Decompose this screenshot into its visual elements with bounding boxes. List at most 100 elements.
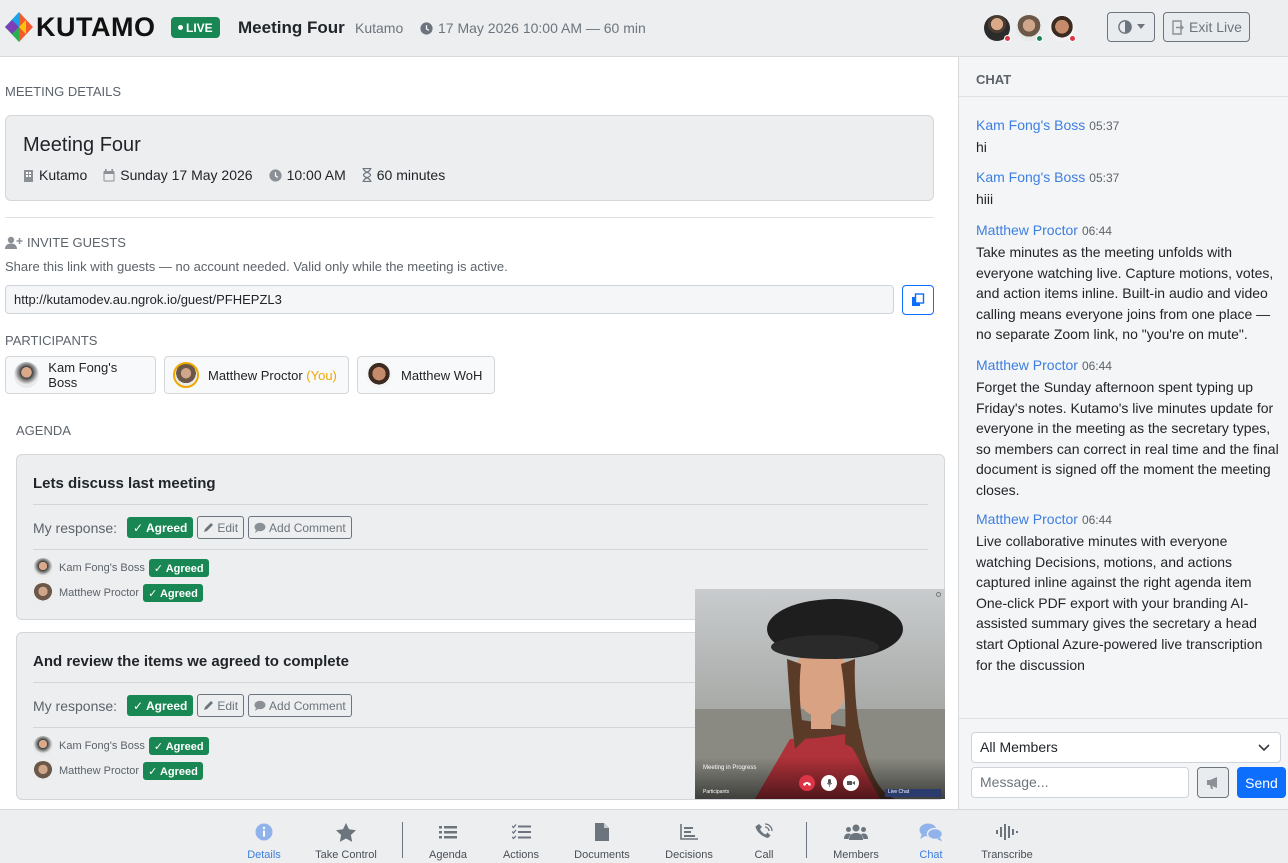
meta-duration: 60 minutes: [362, 167, 445, 183]
video-call-window[interactable]: Meeting in Progress Participants Live Ch…: [695, 589, 945, 799]
chat-author[interactable]: Kam Fong's Boss: [976, 169, 1085, 185]
invite-link-input[interactable]: http://kutamodev.au.ngrok.io/guest/PFHEP…: [5, 285, 894, 314]
participant-name: Matthew WoH: [401, 367, 483, 383]
chat-author[interactable]: Kam Fong's Boss: [976, 117, 1085, 133]
live-chat-tag[interactable]: Live Chat: [885, 789, 941, 797]
nav-details[interactable]: Details: [224, 810, 304, 863]
nav-documents[interactable]: Documents: [562, 810, 642, 863]
nav-agenda[interactable]: Agenda: [408, 810, 488, 863]
chevron-down-icon: [1258, 744, 1270, 752]
my-response-label: My response:: [33, 519, 118, 536]
meeting-datetime: 17 May 2026 10:00 AM — 60 min: [420, 20, 646, 36]
camera-button[interactable]: [843, 775, 859, 791]
nav-take-control[interactable]: Take Control: [306, 810, 386, 863]
participant-chip[interactable]: Matthew Proctor (You): [164, 356, 349, 394]
logo[interactable]: KUTAMO: [4, 11, 155, 43]
chat-message: Matthew Proctor 06:44 Forget the Sunday a…: [976, 357, 1281, 501]
chat-message: Matthew Proctor 06:44 Live collaborative …: [976, 511, 1281, 675]
copy-icon: [912, 293, 925, 306]
add-comment-button[interactable]: Add Comment: [248, 694, 352, 717]
participant-chip[interactable]: Matthew WoH: [357, 356, 495, 394]
hangup-button[interactable]: [799, 775, 815, 791]
exit-live-button[interactable]: Exit Live: [1163, 12, 1250, 42]
nav-transcribe[interactable]: Transcribe: [967, 810, 1047, 863]
pencil-icon: [204, 523, 214, 532]
camera-icon: [847, 781, 855, 785]
voter-name: Matthew Proctor: [59, 587, 140, 599]
agenda-item-title: Lets discuss last meeting: [33, 475, 216, 492]
copy-link-button[interactable]: [902, 285, 934, 315]
nav-actions[interactable]: Actions: [481, 810, 561, 863]
agenda-heading: AGENDA: [16, 423, 71, 438]
nav-label: Documents: [574, 849, 630, 861]
meeting-details-title: Meeting Four: [23, 134, 141, 156]
add-comment-button[interactable]: Add Comment: [248, 516, 352, 539]
chat-time: 06:44: [1081, 513, 1112, 527]
video-expand-icon[interactable]: [936, 592, 941, 597]
document-icon: [595, 823, 609, 841]
chat-author[interactable]: Matthew Proctor: [976, 511, 1078, 527]
chat-icon: [919, 823, 943, 842]
voter-name: Kam Fong's Boss: [59, 562, 145, 574]
edit-response-button[interactable]: Edit: [197, 694, 245, 717]
header-avatar-matthew[interactable]: [1016, 15, 1043, 42]
chat-heading: CHAT: [959, 57, 1288, 97]
nav-decisions[interactable]: Decisions: [649, 810, 729, 863]
nav-label: Decisions: [665, 849, 713, 861]
video-participants-label: Participants: [703, 789, 730, 795]
app-root: KUTAMO LIVE Meeting Four Kutamo 17 May 2…: [0, 0, 1288, 863]
chat-author[interactable]: Matthew Proctor: [976, 357, 1078, 373]
nav-chat[interactable]: Chat: [891, 810, 971, 863]
agreed-badge: ✓ Agreed: [127, 517, 194, 538]
meta-time: 10:00 AM: [268, 167, 346, 183]
live-badge: LIVE: [171, 17, 220, 38]
meeting-details-card: Meeting Four Kutamo Sunday 17 May 2026 1…: [5, 115, 934, 201]
nav-separator: [806, 822, 807, 858]
building-icon: [24, 169, 33, 182]
nav-members[interactable]: Members: [816, 810, 896, 863]
chat-panel: CHAT Kam Fong's Boss 05:37 hi Kam Fong's …: [958, 57, 1288, 809]
add-comment-label: Add Comment: [269, 698, 346, 713]
theme-toggle-button[interactable]: [1107, 12, 1155, 42]
send-button[interactable]: Send: [1237, 767, 1286, 798]
announce-button[interactable]: [1197, 767, 1229, 798]
message-input[interactable]: Message...: [971, 767, 1189, 798]
chat-message: Kam Fong's Boss 05:37 hiii: [976, 169, 1281, 210]
agreed-badge: ✓ Agreed: [127, 695, 194, 716]
you-tag: (You): [306, 367, 337, 383]
divider: [33, 504, 928, 505]
info-icon: [255, 823, 273, 841]
chat-time: 06:44: [1081, 224, 1112, 238]
voter-name: Kam Fong's Boss: [59, 740, 145, 752]
phone-icon: [755, 823, 773, 838]
avatar: [33, 761, 53, 781]
meeting-datetime-label: 17 May 2026 10:00 AM — 60 min: [438, 20, 646, 36]
chat-time: 06:44: [1081, 359, 1112, 373]
vote-row: Matthew Proctor ✓ Agreed: [33, 761, 203, 781]
nav-call[interactable]: Call: [724, 810, 804, 863]
calendar-icon: [103, 168, 115, 181]
my-response: My response: ✓ Agreed Edit Add Comment: [33, 694, 352, 717]
header-avatar-kam[interactable]: [984, 15, 1011, 42]
mute-button[interactable]: [821, 775, 837, 791]
header-avatar-woh[interactable]: [1049, 15, 1076, 42]
edit-response-button[interactable]: Edit: [197, 516, 245, 539]
nav-label: Transcribe: [981, 849, 1033, 861]
participant-chip[interactable]: Kam Fong's Boss: [5, 356, 156, 394]
recipient-select[interactable]: All Members: [971, 732, 1281, 763]
meta-org-label: Kutamo: [39, 167, 88, 183]
meeting-details-heading: MEETING DETAILS: [5, 84, 122, 99]
chat-text: hi: [976, 139, 987, 155]
vote-status-badge: ✓ Agreed: [148, 559, 209, 577]
meeting-org: Kutamo: [355, 20, 404, 36]
chat-author[interactable]: Matthew Proctor: [976, 222, 1078, 238]
chat-text: Live collaborative minutes with everyone…: [976, 533, 1263, 673]
caret-down-icon: [1136, 24, 1145, 29]
meeting-meta: Kutamo Sunday 17 May 2026 10:00 AM 60 mi…: [23, 167, 461, 183]
status-dot: [1004, 35, 1011, 42]
star-icon: [336, 822, 356, 842]
nav-separator: [402, 822, 403, 858]
invite-guests-label: INVITE GUESTS: [27, 235, 126, 250]
participant-name-wrap: Matthew Proctor (You): [208, 368, 337, 383]
live-dot-icon: [178, 25, 183, 30]
